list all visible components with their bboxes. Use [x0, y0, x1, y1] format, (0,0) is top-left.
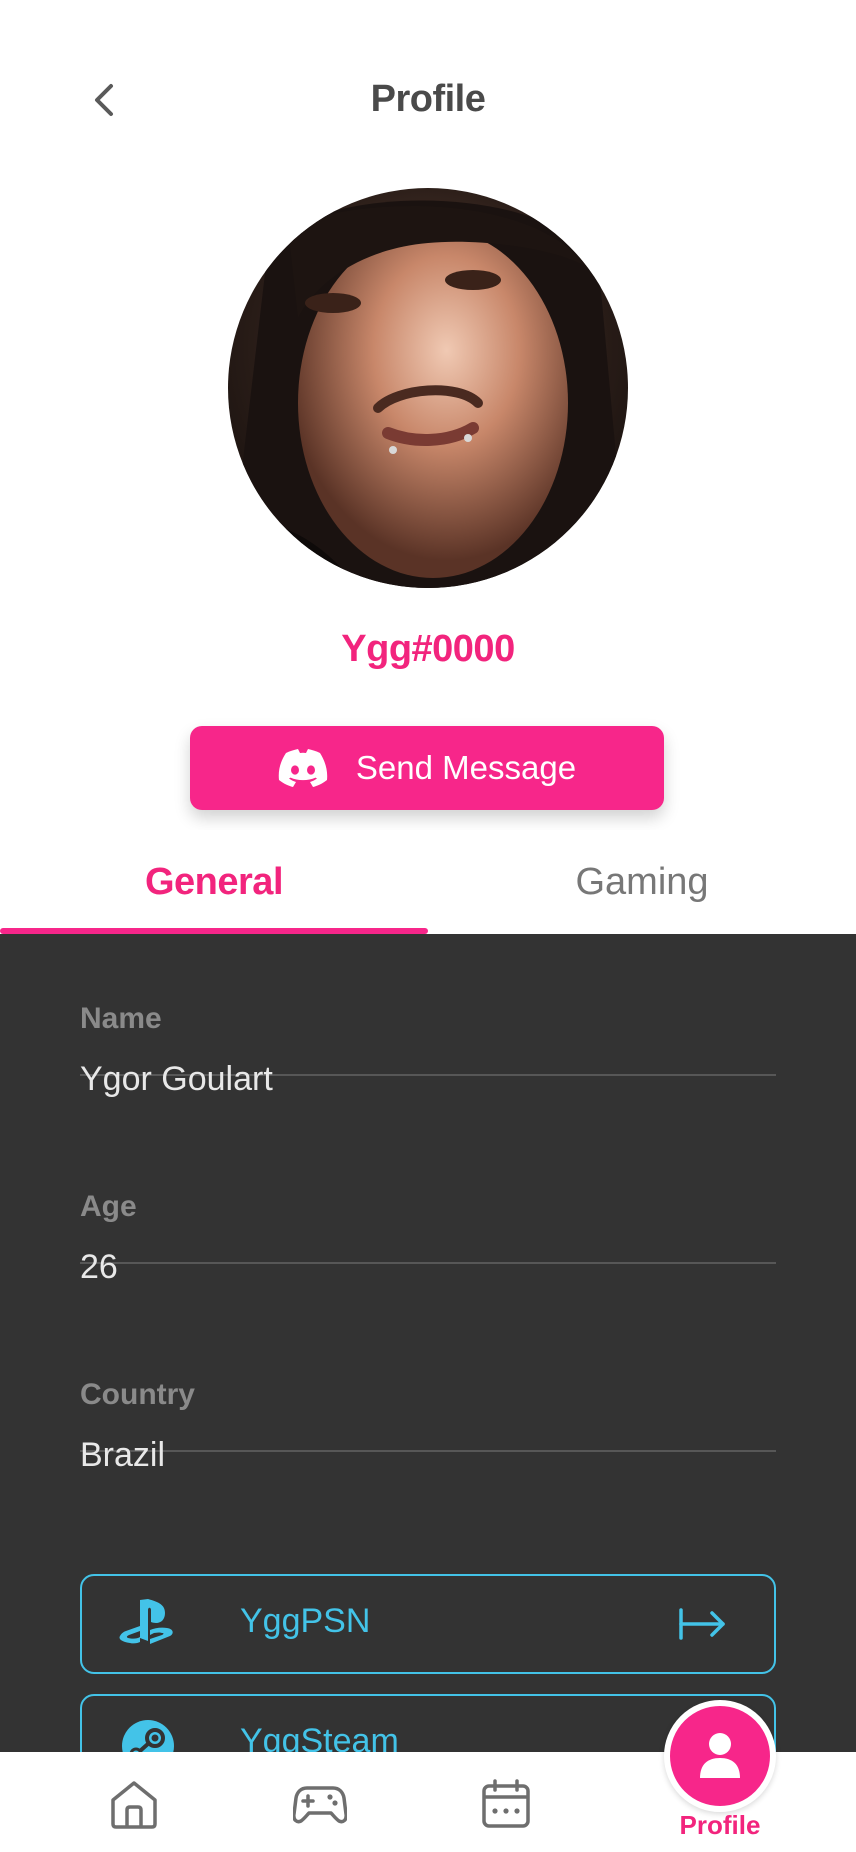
user-icon — [700, 1733, 740, 1778]
field-value: Brazil — [80, 1436, 166, 1474]
send-message-button[interactable]: Send Message — [190, 726, 664, 810]
field-label: Age — [80, 1190, 137, 1223]
field-value: 26 — [80, 1248, 118, 1286]
tab-bar: General Gaming — [0, 830, 856, 934]
gamepad-icon — [293, 1786, 347, 1824]
account-label: YggPSN — [240, 1602, 371, 1640]
page-title: Profile — [370, 78, 486, 120]
tab-gaming[interactable]: Gaming — [428, 830, 856, 934]
calendar-icon — [482, 1779, 530, 1828]
nav-profile-button[interactable] — [664, 1700, 776, 1812]
tab-general[interactable]: General — [0, 830, 428, 934]
arrow-right-to-bar-icon[interactable] — [678, 1604, 728, 1644]
header: Profile — [0, 0, 856, 200]
account-psn[interactable]: YggPSN — [80, 1574, 776, 1674]
account-label: YggSteam — [240, 1722, 399, 1752]
discord-icon — [278, 749, 328, 787]
field-name: Name Ygor Goulart — [80, 934, 776, 1098]
field-country: Country Brazil — [80, 1310, 776, 1474]
field-label: Name — [80, 1002, 162, 1035]
profile-handle: Ygg#0000 — [341, 628, 515, 670]
steam-icon — [122, 1720, 174, 1752]
nav-home[interactable] — [104, 1774, 164, 1834]
field-age: Age 26 — [80, 1122, 776, 1286]
nav-games[interactable] — [290, 1774, 350, 1834]
send-message-label: Send Message — [355, 749, 577, 786]
home-icon — [111, 1781, 157, 1829]
general-panel: Name Ygor Goulart Age 26 Country Brazil … — [0, 934, 856, 1752]
nav-profile-label: Profile — [679, 1810, 761, 1840]
playstation-icon — [119, 1599, 173, 1644]
avatar — [228, 188, 628, 588]
field-label: Country — [80, 1378, 195, 1411]
field-value: Ygor Goulart — [80, 1060, 273, 1098]
nav-calendar[interactable] — [476, 1774, 536, 1834]
